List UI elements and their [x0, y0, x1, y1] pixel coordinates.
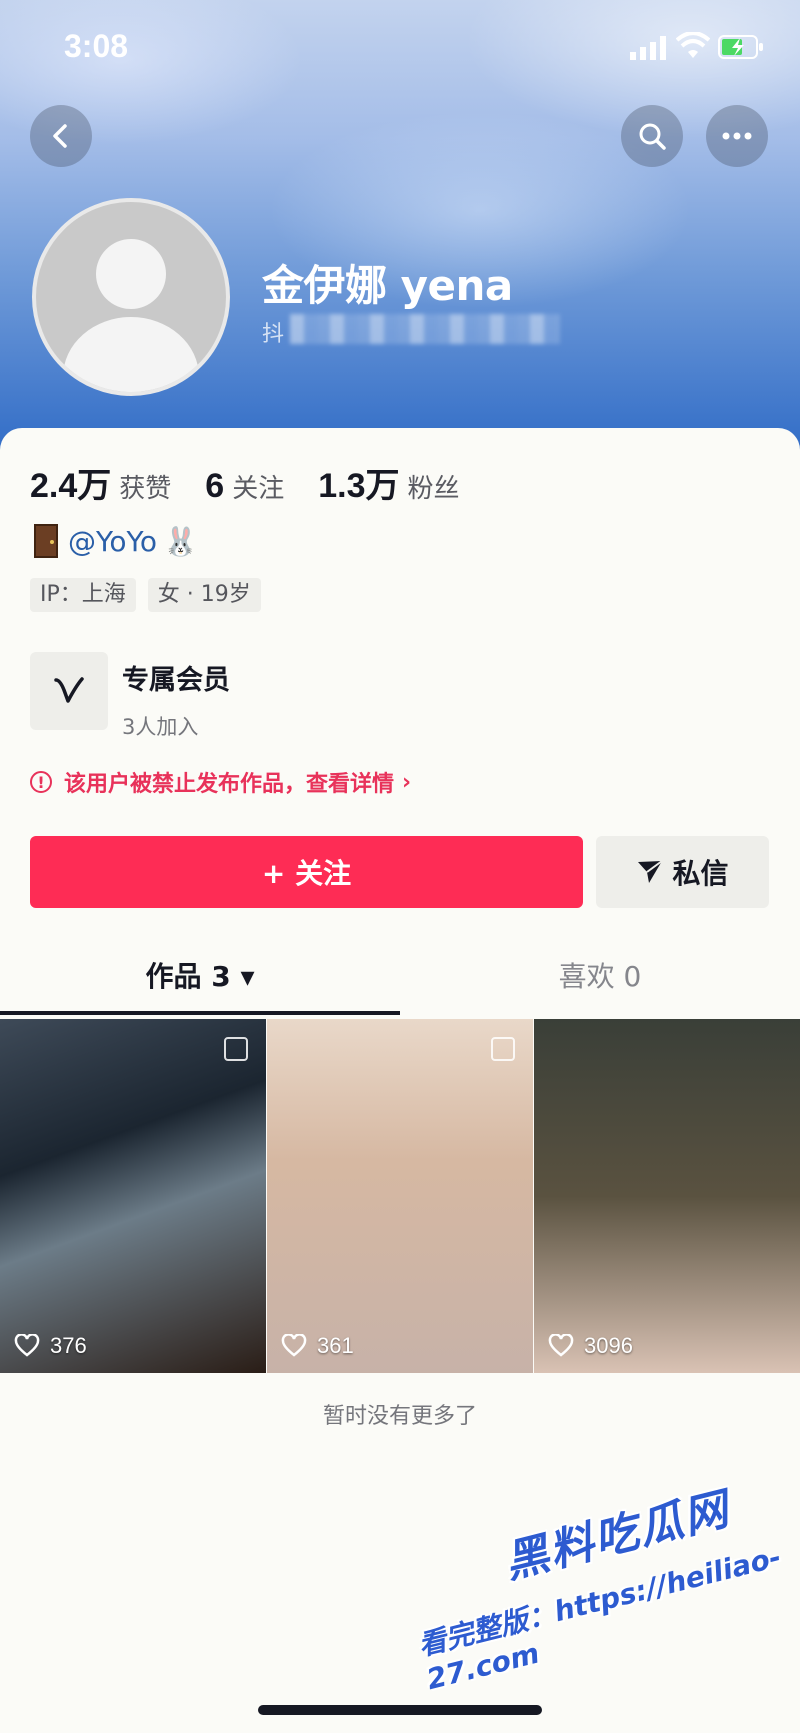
video-thumbnail[interactable]: 376 [0, 1019, 266, 1373]
followers-label: 粉丝 [407, 474, 460, 504]
video-likes-count: 376 [50, 1333, 87, 1358]
membership-title: 专属会员 [122, 665, 230, 696]
ban-notice-text: 该用户被禁止发布作品，查看详情 [64, 772, 395, 797]
follow-button[interactable]: + 关注 [30, 836, 583, 908]
video-likes: 3096 [548, 1333, 633, 1359]
likes-label: 获赞 [119, 474, 172, 504]
multi-image-icon [224, 1037, 248, 1061]
alert-icon: ! [30, 771, 52, 793]
ip-location-tag: IP：上海 [30, 578, 136, 612]
signal-icon [630, 36, 666, 60]
video-likes: 376 [14, 1333, 87, 1359]
douyin-id-redacted [290, 314, 560, 344]
tab-likes[interactable]: 喜欢 0 [400, 955, 800, 995]
heart-icon [281, 1334, 307, 1357]
rabbit-emoji-icon: 🐰 [163, 524, 198, 558]
search-icon [639, 123, 666, 150]
content-tabs: 作品 3 ▾ 喜欢 0 [0, 955, 800, 1019]
ban-notice-link[interactable]: ! 该用户被禁止发布作品，查看详情 › [30, 766, 411, 798]
multi-image-icon [491, 1037, 515, 1061]
membership-subtitle: 3人加入 [122, 715, 199, 739]
video-likes-count: 3096 [584, 1333, 633, 1358]
heart-icon [14, 1334, 40, 1357]
send-icon [638, 860, 664, 883]
message-button[interactable]: 私信 [596, 836, 769, 908]
video-likes: 361 [281, 1333, 354, 1359]
video-thumbnail[interactable]: 3096 [534, 1019, 800, 1373]
bio: @YoYo 🐰 [34, 524, 198, 558]
more-dots-icon [722, 132, 752, 140]
profile-tags: IP：上海 女 · 19岁 [30, 578, 273, 612]
back-button[interactable] [30, 105, 92, 167]
search-button[interactable] [621, 105, 683, 167]
active-tab-indicator [0, 1011, 400, 1015]
battery-charging-icon [718, 35, 763, 59]
profile-stats: 2.4万 获赞 6 关注 1.3万 粉丝 [30, 458, 494, 507]
default-avatar-icon [63, 239, 199, 392]
end-of-list-text: 暂时没有更多了 [322, 1404, 477, 1429]
video-thumbnail[interactable]: 361 [267, 1019, 533, 1373]
chevron-right-icon: › [402, 769, 412, 795]
bio-mention-link[interactable]: @YoYo [68, 525, 157, 558]
likes-count[interactable]: 2.4万 [30, 458, 111, 507]
membership-v-icon [30, 652, 108, 730]
status-bar: 3:08 [0, 0, 800, 96]
home-indicator[interactable] [258, 1705, 542, 1715]
video-likes-count: 361 [317, 1333, 354, 1358]
status-time: 3:08 [64, 28, 129, 64]
membership-entry[interactable]: 专属会员 3人加入 [30, 652, 230, 741]
chevron-left-icon [53, 124, 67, 148]
followers-count[interactable]: 1.3万 [318, 458, 399, 507]
following-label: 关注 [232, 474, 285, 504]
video-grid: 376 361 3096 [0, 1019, 800, 1373]
door-emoji-icon [34, 524, 58, 558]
profile-username: 金伊娜 yena [262, 261, 513, 310]
following-count[interactable]: 6 [205, 467, 224, 506]
douyin-id-label: 抖 [262, 322, 285, 347]
gender-age-tag: 女 · 19岁 [147, 578, 261, 612]
avatar[interactable] [32, 198, 230, 396]
wifi-icon [676, 32, 710, 58]
message-button-label: 私信 [672, 857, 729, 890]
more-options-button[interactable] [706, 105, 768, 167]
tab-works[interactable]: 作品 3 ▾ [0, 955, 400, 995]
heart-icon [548, 1334, 574, 1357]
